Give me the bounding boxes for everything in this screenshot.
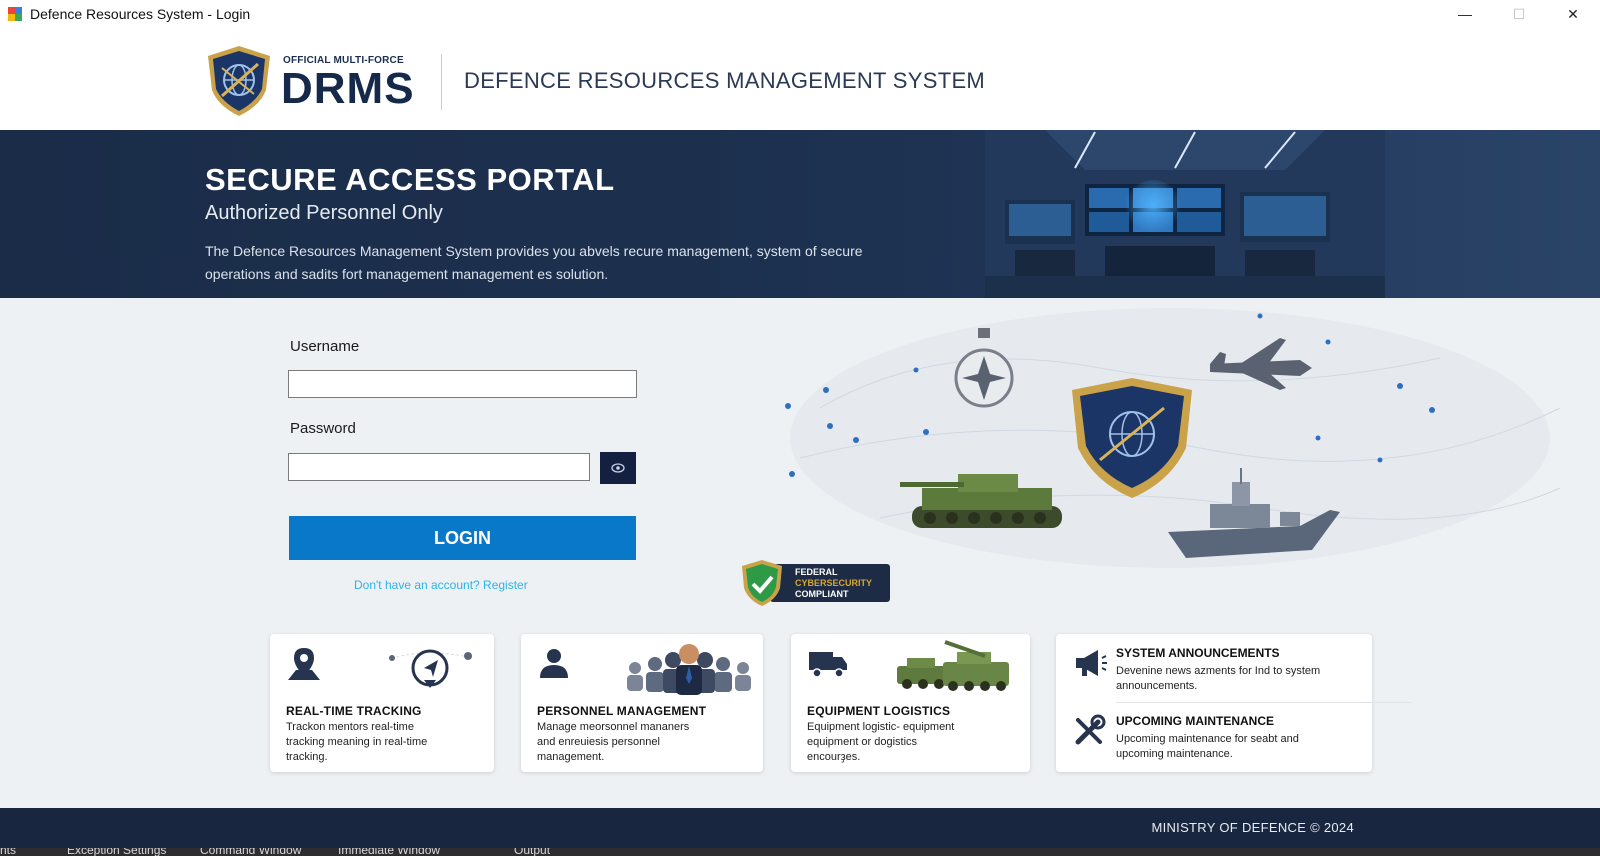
card-title: REAL-TIME TRACKING bbox=[286, 704, 422, 718]
ide-tab-immediate-window[interactable]: Immediate Window bbox=[338, 848, 440, 856]
hero-title: SECURE ACCESS PORTAL bbox=[205, 162, 615, 197]
window-controls: — ☐ ✕ bbox=[1438, 0, 1600, 28]
login-button[interactable]: LOGIN bbox=[289, 516, 636, 560]
ide-tab-command-window[interactable]: Command Window bbox=[200, 848, 301, 856]
minimize-button[interactable]: — bbox=[1438, 0, 1492, 28]
announcement-description: Devenine news azments for Ind to system … bbox=[1116, 665, 1321, 692]
feature-card-tracking[interactable]: REAL-TIME TRACKING Trackon mentors real-… bbox=[270, 634, 494, 772]
window-title: Defence Resources System - Login bbox=[30, 6, 251, 22]
register-link[interactable]: Don't have an account? Register bbox=[354, 578, 528, 592]
announcement-title: SYSTEM ANNOUNCEMENTS bbox=[1116, 646, 1280, 660]
password-input[interactable] bbox=[288, 453, 590, 481]
page-footer: MINISTRY OF DEFENCE © 2024 bbox=[0, 808, 1600, 848]
tools-icon bbox=[1075, 714, 1106, 745]
announcements-card: SYSTEM ANNOUNCEMENTS Devenine news azmen… bbox=[1056, 634, 1412, 772]
military-vehicles-icon bbox=[897, 640, 1009, 691]
truck-icon bbox=[809, 652, 847, 678]
username-input[interactable] bbox=[288, 370, 637, 398]
card-title: EQUIPMENT LOGISTICS bbox=[807, 704, 951, 718]
location-arrow-icon bbox=[389, 649, 473, 688]
hero-banner: SECURE ACCESS PORTAL Authorized Personne… bbox=[0, 130, 1600, 298]
drms-shield-logo-icon bbox=[208, 46, 270, 116]
ide-panel-tabs: nts Exception Settings Command Window Im… bbox=[0, 848, 1600, 856]
person-icon bbox=[540, 649, 568, 678]
header-divider bbox=[441, 54, 442, 110]
hero-description: The Defence Resources Management System … bbox=[205, 243, 863, 282]
password-label: Password bbox=[290, 420, 356, 437]
footer-copyright: MINISTRY OF DEFENCE © 2024 bbox=[1151, 820, 1354, 835]
app-header: OFFICIAL MULTI-FORCE DRMS DEFENCE RESOUR… bbox=[0, 28, 1600, 130]
feature-card-logistics[interactable]: EQUIPMENT LOGISTICS Equipment logistic- … bbox=[791, 634, 1030, 772]
card-description: Manage meorsonnel mananers and enreuiesi… bbox=[537, 721, 690, 763]
close-button[interactable]: ✕ bbox=[1546, 0, 1600, 28]
control-room-image bbox=[985, 130, 1385, 298]
cybersecurity-badge-text: FEDERAL CYBERSECURITY COMPLIANT bbox=[795, 567, 873, 599]
card-title: PERSONNEL MANAGEMENT bbox=[537, 704, 707, 718]
card-description: Equipment logistic- equipment equipment … bbox=[807, 721, 955, 763]
app-icon bbox=[8, 7, 22, 21]
maintenance-description: Upcoming maintenance for seabt and upcom… bbox=[1116, 733, 1299, 760]
feature-card-personnel[interactable]: PERSONNEL MANAGEMENT Manage meorsonnel m… bbox=[521, 634, 763, 772]
system-title: DEFENCE RESOURCES MANAGEMENT SYSTEM bbox=[464, 68, 986, 93]
logo-wordmark: DRMS bbox=[281, 64, 415, 113]
main-content: Username Password LOGIN Don't have an ac… bbox=[0, 298, 1600, 808]
announcement-divider bbox=[1116, 702, 1412, 703]
card-description: Trackon mentors real-time tracking meani… bbox=[286, 721, 428, 763]
ide-tab[interactable]: nts bbox=[0, 848, 16, 856]
show-password-button[interactable] bbox=[600, 452, 636, 484]
eye-icon bbox=[611, 463, 625, 473]
ide-tab-output[interactable]: Output bbox=[514, 848, 550, 856]
maintenance-title: UPCOMING MAINTENANCE bbox=[1116, 714, 1274, 728]
personnel-group-icon bbox=[627, 644, 751, 695]
window-titlebar: Defence Resources System - Login — ☐ ✕ bbox=[0, 0, 1600, 28]
map-pin-icon bbox=[288, 648, 320, 680]
ide-tab-exception-settings[interactable]: Exception Settings bbox=[67, 848, 166, 856]
megaphone-icon bbox=[1076, 650, 1107, 676]
username-label: Username bbox=[290, 338, 360, 355]
maximize-button[interactable]: ☐ bbox=[1492, 0, 1546, 28]
hero-subtitle: Authorized Personnel Only bbox=[205, 202, 443, 224]
